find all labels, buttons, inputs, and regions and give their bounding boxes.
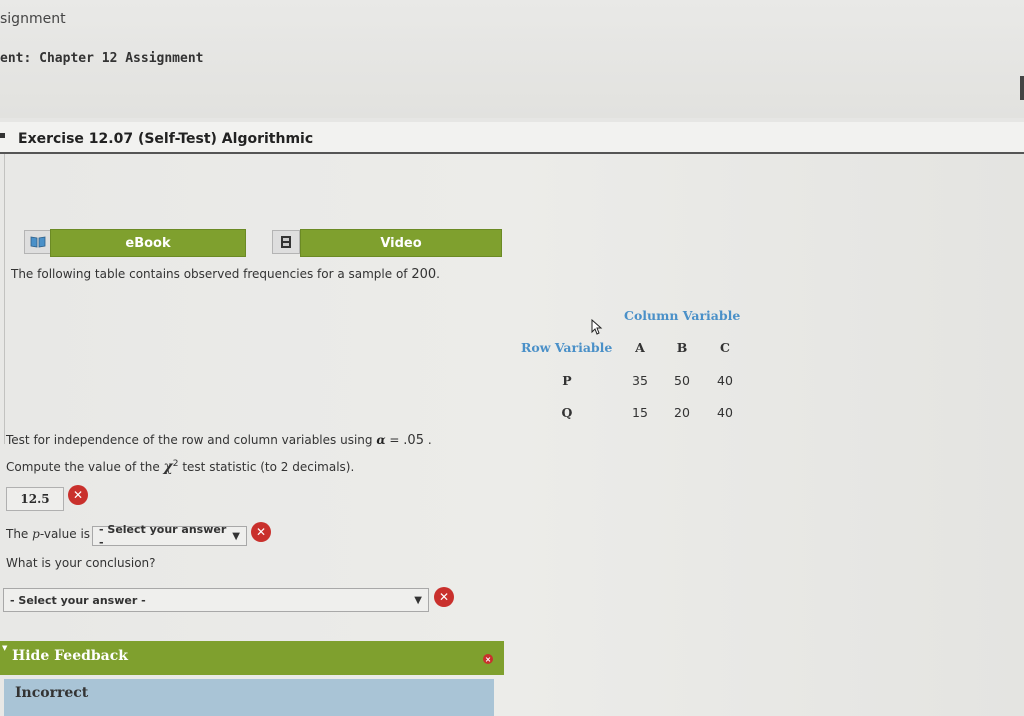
row-label-p: P	[562, 373, 572, 388]
table-cell: 15	[632, 405, 648, 420]
intro-sentence: The following table contains observed fr…	[11, 267, 408, 281]
video-button[interactable]: Video	[300, 229, 502, 257]
alpha-equals: =	[389, 433, 400, 447]
independence-prompt: Test for independence of the row and col…	[6, 433, 432, 448]
intro-text: The following table contains observed fr…	[11, 267, 440, 282]
chi-prompt-before: Compute the value of the	[6, 460, 160, 474]
chi-square-answer-field[interactable]: 12.5	[6, 487, 64, 511]
row-label-q: Q	[561, 405, 573, 420]
table-cell: 20	[674, 405, 690, 420]
exercise-header: Exercise 12.07 (Self-Test) Algorithmic	[0, 122, 1024, 154]
column-variable-header: Column Variable	[624, 308, 741, 323]
alpha-symbol: α	[376, 433, 386, 447]
ebook-button[interactable]: eBook	[50, 229, 246, 257]
x-circle-icon: ✕	[68, 485, 88, 505]
chi-symbol: χ	[163, 459, 173, 475]
conclusion-prompt: What is your conclusion?	[6, 556, 156, 570]
left-divider	[4, 154, 5, 444]
conclusion-select-value: - Select your answer -	[10, 593, 146, 607]
close-icon[interactable]: ✕	[483, 654, 493, 664]
exercise-title: Exercise 12.07 (Self-Test) Algorithmic	[18, 131, 314, 147]
pvalue-prompt: The p-value is	[6, 527, 90, 541]
film-icon[interactable]	[272, 230, 300, 254]
chi-prompt-after: test statistic (to 2 decimals).	[182, 460, 355, 474]
alpha-period: .	[427, 433, 432, 447]
row-variable-header: Row Variable	[521, 340, 613, 355]
independence-prompt-text: Test for independence of the row and col…	[6, 433, 373, 447]
intro-period: .	[436, 267, 440, 281]
chevron-down-icon: ▼	[414, 594, 422, 606]
sample-size: 200	[411, 267, 437, 282]
side-tab-handle[interactable]	[1020, 76, 1024, 100]
triangle-down-icon: ▼	[2, 643, 8, 652]
chi-power: 2	[172, 459, 179, 469]
pvalue-italic-p: p	[32, 527, 40, 541]
pvalue-suffix: -value is	[39, 527, 91, 541]
table-cell: 40	[717, 373, 733, 388]
exercise-marker	[0, 133, 5, 138]
book-icon[interactable]	[24, 230, 52, 254]
top-header: signment ent: Chapter 12 Assignment	[0, 0, 1024, 118]
x-circle-icon: ✕	[251, 522, 271, 542]
hide-feedback-toggle[interactable]: ▼ Hide Feedback ✕	[0, 641, 504, 675]
question-content: eBook Video The following table contains…	[0, 154, 1024, 716]
mouse-cursor-icon	[591, 318, 603, 339]
chevron-down-icon: ▼	[232, 530, 240, 542]
table-cell: 40	[717, 405, 733, 420]
breadcrumb[interactable]: signment	[0, 11, 66, 27]
feedback-panel: Incorrect	[4, 679, 494, 716]
assignment-title: ent: Chapter 12 Assignment	[0, 51, 204, 66]
pvalue-select[interactable]: - Select your answer - ▼	[92, 523, 247, 549]
column-header-a: A	[635, 340, 645, 355]
feedback-status: Incorrect	[15, 685, 89, 701]
conclusion-select[interactable]: - Select your answer - ▼	[3, 588, 429, 612]
pvalue-prefix: The	[6, 527, 29, 541]
table-cell: 50	[674, 373, 690, 388]
chi-square-prompt: Compute the value of the χ2 test statist…	[6, 459, 354, 475]
column-header-c: C	[720, 340, 730, 355]
column-header-b: B	[676, 340, 688, 355]
table-cell: 35	[632, 373, 648, 388]
hide-feedback-label: Hide Feedback	[12, 648, 128, 664]
pvalue-select-value: - Select your answer -	[99, 523, 227, 549]
x-circle-icon: ✕	[434, 587, 454, 607]
alpha-value: .05	[403, 433, 424, 448]
